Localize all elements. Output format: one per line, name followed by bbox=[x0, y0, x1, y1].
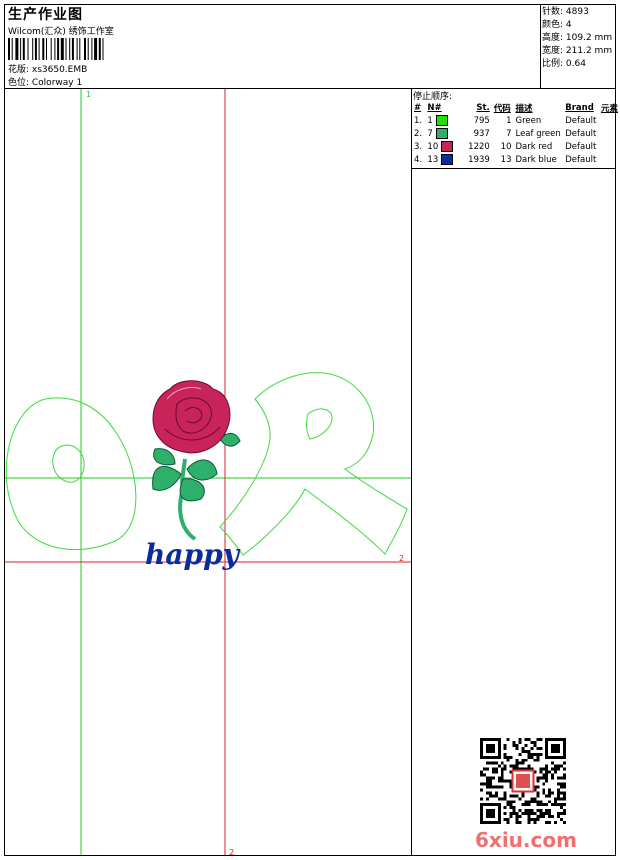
row-needle: 7 bbox=[425, 127, 455, 140]
row-element bbox=[599, 140, 620, 153]
studio-subtitle: Wilcom(汇众) 绣饰工作室 bbox=[8, 27, 114, 37]
sequence-divider bbox=[411, 88, 412, 856]
color-swatch bbox=[435, 115, 448, 126]
watermark-logo: 6xiu.com bbox=[475, 828, 577, 852]
row-element bbox=[599, 153, 620, 166]
row-stitches: 795 bbox=[473, 115, 490, 126]
stat-colors: 颜色: 4 bbox=[542, 20, 572, 30]
row-needle: 13 bbox=[425, 153, 455, 166]
rose-motif bbox=[152, 380, 241, 541]
letter-o-outline bbox=[5, 397, 137, 551]
sequence-row: 2. 7 937 7 Leaf green Default bbox=[412, 127, 620, 140]
design-file-label: 花版: xs3650.EMB bbox=[8, 65, 88, 75]
col-code: 代码 bbox=[493, 103, 511, 114]
stats-divider bbox=[540, 4, 541, 88]
row-code: 10 bbox=[500, 141, 512, 152]
red-bottom-mark: 2 bbox=[229, 848, 234, 855]
color-swatch bbox=[440, 154, 453, 165]
row-index: 2. bbox=[414, 128, 423, 139]
row-code: 13 bbox=[500, 154, 512, 165]
stat-stitches: 针数: 4893 bbox=[542, 7, 589, 17]
row-stitches: 1939 bbox=[468, 154, 490, 165]
row-index: 4. bbox=[414, 154, 423, 165]
col-element: 元素 bbox=[600, 103, 618, 114]
barcode bbox=[8, 38, 104, 60]
stats-panel: 针数: 4893 颜色: 4 高度: 109.2 mm 宽度: 211.2 mm… bbox=[542, 6, 612, 71]
row-brand: Default bbox=[565, 141, 597, 152]
page-title: 生产作业图 bbox=[8, 7, 83, 23]
row-code: 7 bbox=[506, 128, 512, 139]
row-brand: Default bbox=[565, 115, 597, 126]
row-description: Leaf green bbox=[515, 128, 561, 139]
letter-r-outline bbox=[219, 372, 408, 556]
col-brand: Brand bbox=[565, 102, 594, 113]
row-needle: 10 bbox=[425, 140, 455, 153]
row-index: 1. bbox=[414, 115, 423, 126]
red-right-mark: 2 bbox=[399, 554, 404, 563]
color-swatch bbox=[440, 141, 453, 152]
sequence-bottom-divider bbox=[411, 168, 616, 169]
row-brand: Default bbox=[565, 128, 597, 139]
col-stitches: St. bbox=[476, 102, 490, 113]
row-needle: 1 bbox=[425, 114, 455, 127]
row-description: Dark blue bbox=[515, 154, 557, 165]
row-code: 1 bbox=[506, 115, 512, 126]
qr-code bbox=[480, 738, 566, 824]
row-description: Dark red bbox=[515, 141, 553, 152]
col-index: # bbox=[414, 102, 422, 113]
design-canvas: happy 1 2 2 bbox=[5, 89, 411, 855]
colorway-label: 色位: Colorway 1 bbox=[8, 78, 83, 88]
col-needle: N# bbox=[427, 102, 442, 113]
stat-width: 宽度: 211.2 mm bbox=[542, 46, 613, 56]
stat-scale: 比例: 0.64 bbox=[542, 59, 586, 69]
sequence-row: 1. 1 795 1 Green Default bbox=[412, 114, 620, 127]
happy-text: happy bbox=[145, 538, 241, 571]
sequence-row: 4. 13 1939 13 Dark blue Default bbox=[412, 153, 620, 166]
row-element bbox=[599, 114, 620, 127]
stop-sequence-table: # N# St. 代码 描述 Brand 元素 1. 1 795 1 Green Def… bbox=[412, 101, 620, 166]
row-index: 3. bbox=[414, 141, 423, 152]
row-description: Green bbox=[515, 115, 542, 126]
col-description: 描述 bbox=[515, 103, 533, 114]
row-brand: Default bbox=[565, 154, 597, 165]
row-stitches: 937 bbox=[473, 128, 490, 139]
qr-logo-seal-fill bbox=[516, 774, 530, 788]
green-guide-mark: 1 bbox=[86, 90, 91, 99]
sequence-row: 3. 10 1220 10 Dark red Default bbox=[412, 140, 620, 153]
stat-height: 高度: 109.2 mm bbox=[542, 33, 613, 43]
row-stitches: 1220 bbox=[468, 141, 490, 152]
color-swatch bbox=[435, 128, 448, 139]
row-element bbox=[599, 127, 620, 140]
